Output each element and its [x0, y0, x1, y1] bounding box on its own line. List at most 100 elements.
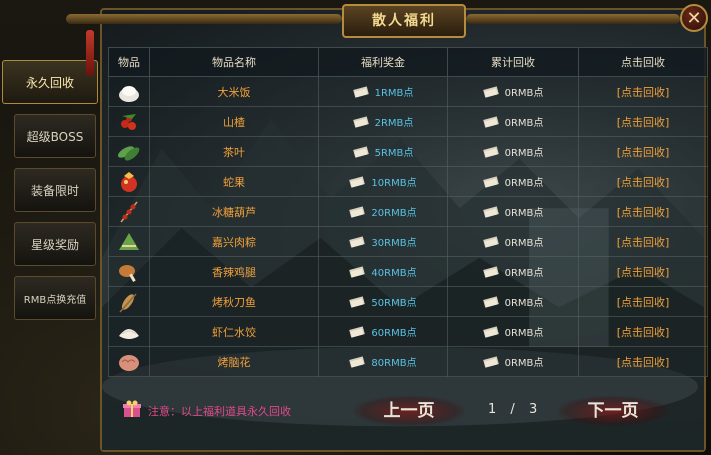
recycle-button[interactable]: [点击回收] — [617, 296, 670, 309]
tab-rmb-recharge[interactable]: RMB点换充值 — [14, 276, 96, 320]
item-name-cell: 香辣鸡腿 — [149, 256, 319, 287]
ticket-icon — [482, 235, 499, 248]
total-cell: 0RMB点 — [447, 256, 579, 287]
next-page-button[interactable]: 下一页 — [558, 396, 668, 426]
ticket-icon — [349, 235, 366, 248]
bonus-cell: 60RMB点 — [318, 316, 448, 347]
item-name: 虾仁水饺 — [212, 325, 256, 339]
ticket-icon — [482, 205, 499, 218]
ticket-icon — [482, 85, 499, 98]
bonus-value: 60RMB点 — [371, 328, 417, 339]
item-cell — [108, 136, 150, 167]
col-header-action: 点击回收 — [578, 47, 708, 77]
tab-super-boss[interactable]: 超级BOSS — [14, 114, 96, 158]
ticket-icon — [482, 325, 499, 338]
tab-label: RMB点换充值 — [23, 294, 87, 306]
table-row: 山楂 2RMB点 0RMB点 [点击回收] — [108, 106, 708, 137]
tab-star-reward[interactable]: 星级奖励 — [14, 222, 96, 266]
item-name-cell: 蛇果 — [149, 166, 319, 197]
total-value: 0RMB点 — [504, 268, 544, 279]
item-cell — [108, 196, 150, 227]
item-cell — [108, 316, 150, 347]
recycle-button[interactable]: [点击回收] — [617, 236, 670, 249]
total-value: 0RMB点 — [504, 178, 544, 189]
table-row: 虾仁水饺 60RMB点 0RMB点 [点击回收] — [108, 316, 708, 347]
recycle-button[interactable]: [点击回收] — [617, 356, 670, 369]
total-value: 0RMB点 — [504, 358, 544, 369]
recycle-button[interactable]: [点击回收] — [617, 116, 670, 129]
total-cell: 0RMB点 — [447, 196, 579, 227]
tab-label: 超级BOSS — [26, 129, 84, 144]
candied-haws-icon — [120, 201, 138, 222]
recycle-button[interactable]: [点击回收] — [617, 176, 670, 189]
item-cell — [108, 256, 150, 287]
col-header-bonus: 福利奖金 — [318, 47, 448, 77]
action-cell: [点击回收] — [578, 106, 708, 137]
table-row: 蛇果 10RMB点 0RMB点 [点击回收] — [108, 166, 708, 197]
recycle-button[interactable]: [点击回收] — [617, 146, 670, 159]
recycle-button[interactable]: [点击回收] — [617, 206, 670, 219]
chicken-leg-icon — [119, 264, 136, 282]
tab-permanent-recycle[interactable]: 永久回收 — [2, 60, 98, 104]
col-header-total: 累计回收 — [447, 47, 579, 77]
action-cell: [点击回收] — [578, 166, 708, 197]
snake-fruit-icon — [121, 171, 137, 192]
recycle-button[interactable]: [点击回收] — [617, 326, 670, 339]
action-cell: [点击回收] — [578, 226, 708, 257]
tab-equip-limited[interactable]: 装备限时 — [14, 168, 96, 212]
tassel-ornament — [86, 30, 94, 76]
item-name-cell: 烤秋刀鱼 — [149, 286, 319, 317]
ticket-icon — [349, 265, 366, 278]
recycle-button[interactable]: [点击回收] — [617, 86, 670, 99]
total-cell: 0RMB点 — [447, 316, 579, 347]
action-cell: [点击回收] — [578, 196, 708, 227]
item-name: 冰糖葫芦 — [212, 205, 256, 219]
action-cell: [点击回收] — [578, 316, 708, 347]
item-name: 烤秋刀鱼 — [212, 295, 256, 309]
total-value: 0RMB点 — [504, 148, 544, 159]
reward-table: 物品 物品名称 福利奖金 累计回收 点击回收 大米饭 1RMB点 0RMB点 [点击回… — [108, 47, 708, 377]
ticket-icon — [352, 115, 369, 128]
item-cell — [108, 346, 150, 377]
tab-label: 星级奖励 — [30, 237, 79, 252]
item-name-cell: 烤脑花 — [149, 346, 319, 377]
action-cell: [点击回收] — [578, 76, 708, 107]
item-cell — [108, 166, 150, 197]
bonus-cell: 2RMB点 — [318, 106, 448, 137]
total-value: 0RMB点 — [504, 328, 544, 339]
table-row: 香辣鸡腿 40RMB点 0RMB点 [点击回收] — [108, 256, 708, 287]
total-value: 0RMB点 — [504, 118, 544, 129]
ticket-icon — [482, 295, 499, 308]
ticket-icon — [482, 145, 499, 158]
total-cell: 0RMB点 — [447, 106, 579, 137]
table-row: 烤秋刀鱼 50RMB点 0RMB点 [点击回收] — [108, 286, 708, 317]
item-name: 山楂 — [223, 115, 245, 129]
total-pages: 3 — [528, 402, 538, 417]
bonus-value: 20RMB点 — [371, 208, 417, 219]
item-name: 烤脑花 — [217, 355, 251, 369]
table-row: 烤脑花 80RMB点 0RMB点 [点击回收] — [108, 346, 708, 377]
close-button[interactable]: ✕ — [680, 4, 708, 32]
bonus-cell: 5RMB点 — [318, 136, 448, 167]
tab-label: 装备限时 — [30, 183, 79, 198]
item-name-cell: 嘉兴肉粽 — [149, 226, 319, 257]
current-page: 1 — [488, 402, 497, 417]
recycle-note: 注意：以上福利道具永久回收 — [148, 405, 291, 418]
item-name-cell: 山楂 — [149, 106, 319, 137]
ticket-icon — [349, 325, 366, 338]
ticket-icon — [482, 265, 499, 278]
ticket-icon — [349, 295, 366, 308]
grilled-fish-icon — [119, 293, 137, 312]
total-cell: 0RMB点 — [447, 136, 579, 167]
ticket-icon — [352, 85, 369, 98]
ticket-icon — [482, 115, 499, 128]
bonus-value: 50RMB点 — [371, 298, 417, 309]
table-row: 大米饭 1RMB点 0RMB点 [点击回收] — [108, 76, 708, 107]
table-row: 嘉兴肉粽 30RMB点 0RMB点 [点击回收] — [108, 226, 708, 257]
prev-page-button[interactable]: 上一页 — [354, 396, 464, 426]
recycle-button[interactable]: [点击回收] — [617, 266, 670, 279]
footer: 注意：以上福利道具永久回收 上一页 1 / 3 下一页 — [108, 392, 702, 430]
item-cell — [108, 226, 150, 257]
item-cell — [108, 286, 150, 317]
bonus-value: 2RMB点 — [374, 118, 414, 129]
